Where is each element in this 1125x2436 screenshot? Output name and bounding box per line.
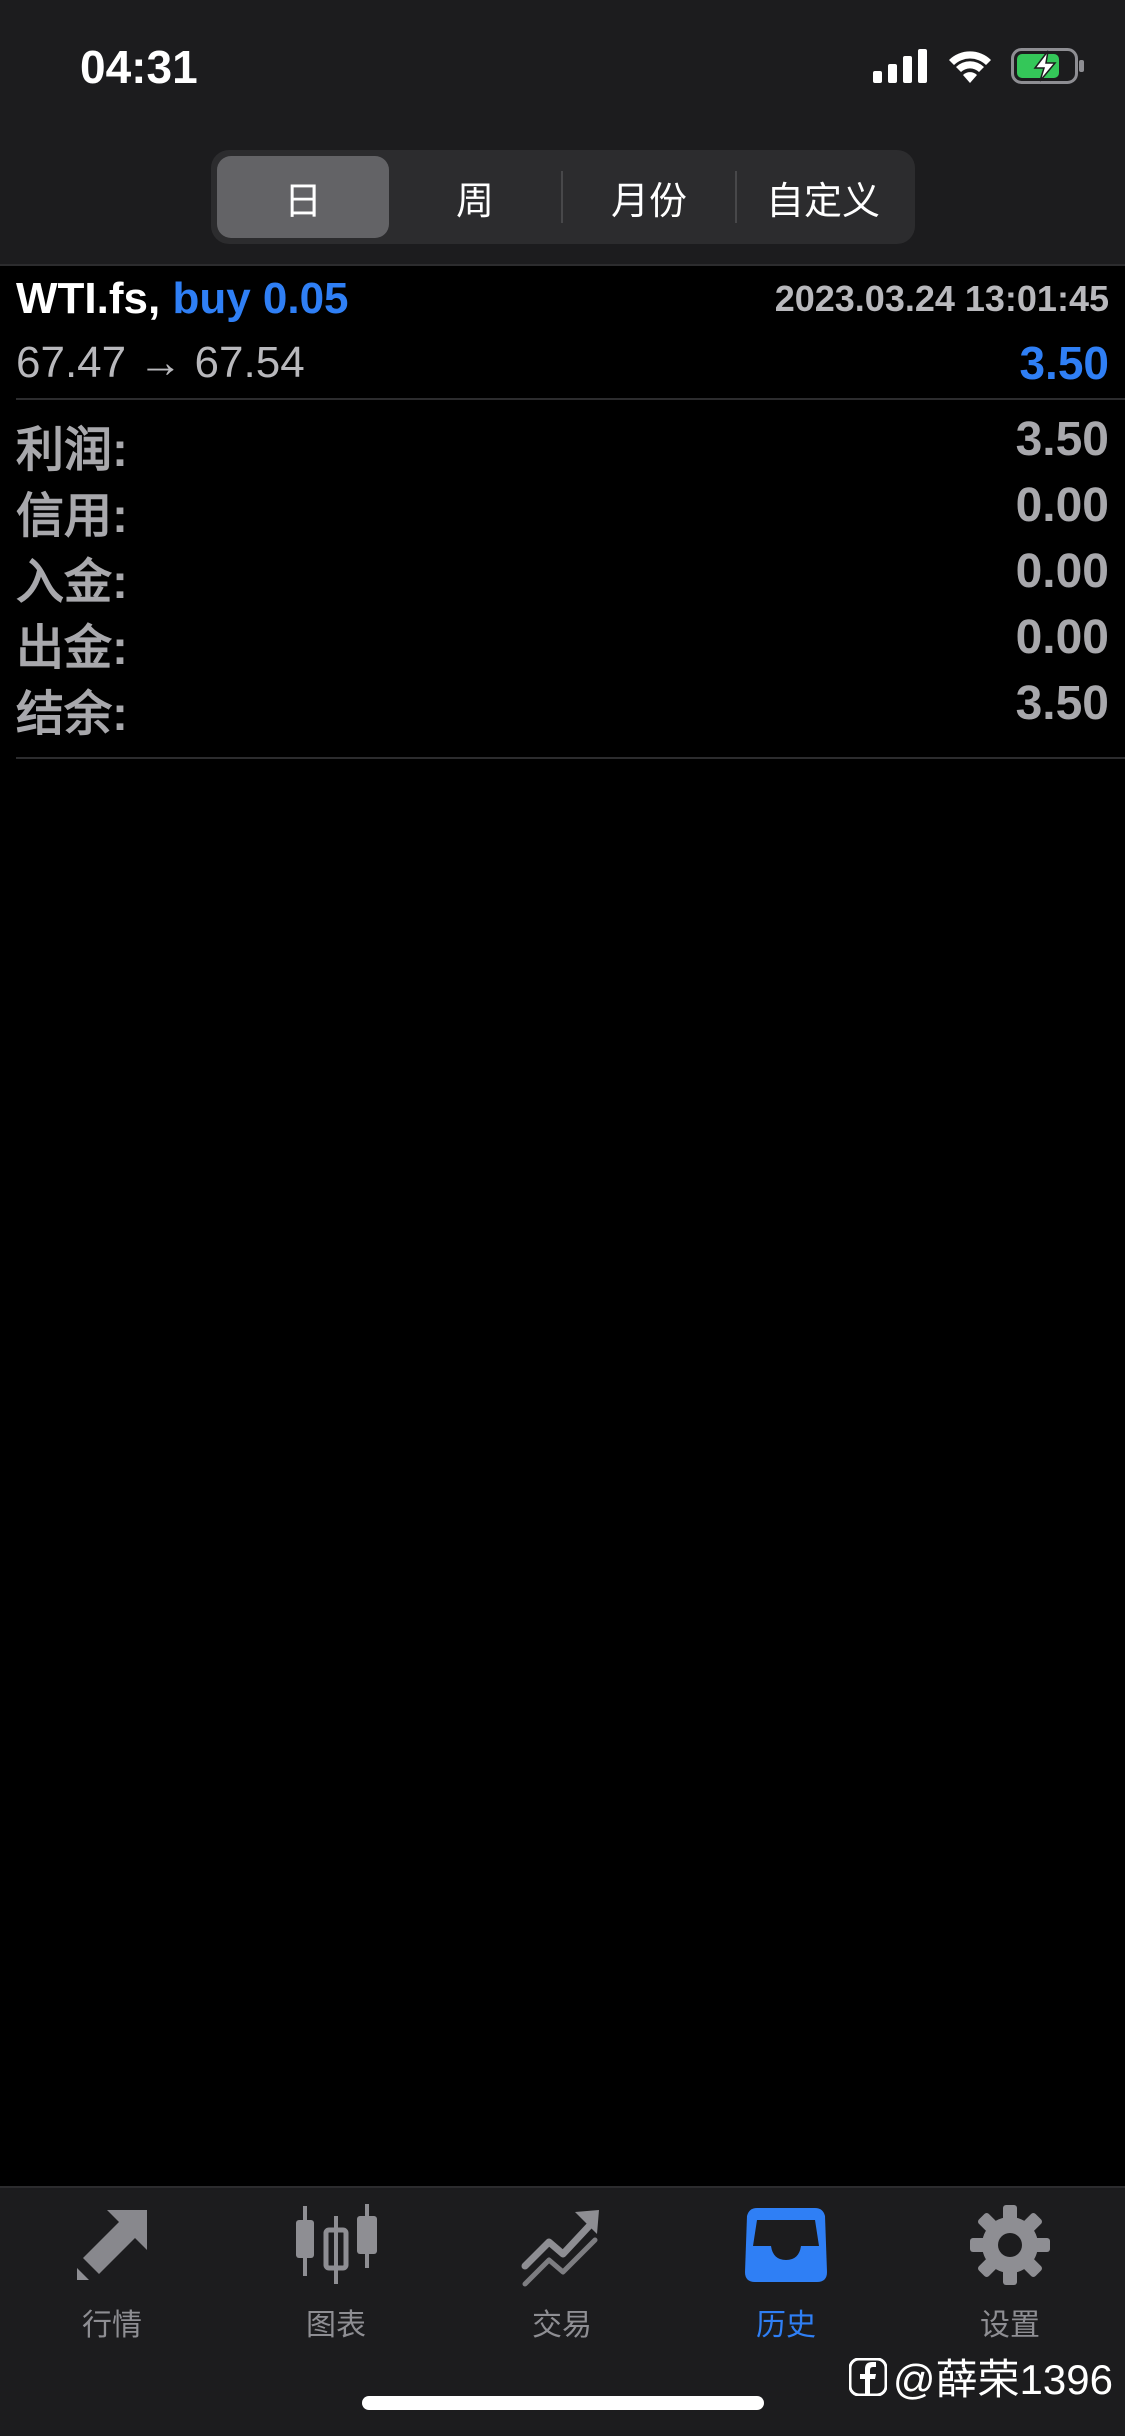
- summary-section: 利润: 3.50 信用: 0.00 入金: 0.00 出金: 0.00 结余: …: [0, 410, 1125, 741]
- history-tray-icon: [745, 2208, 827, 2282]
- home-indicator[interactable]: [362, 2396, 764, 2410]
- trade-trend-icon: [521, 2210, 599, 2287]
- summary-value: 0.00: [1015, 545, 1109, 598]
- trade-side: buy 0.05: [172, 274, 349, 323]
- trade-profit: 3.50: [1019, 337, 1109, 389]
- trade-row[interactable]: WTI.fs, buy 0.05 2023.03.24 13:01:45 67.…: [0, 266, 1125, 398]
- summary-label: 结余:: [16, 688, 128, 741]
- tab-quotes-label: 行情: [82, 2309, 142, 2342]
- summary-row-profit: 利润: 3.50: [0, 410, 1125, 477]
- period-segmented-control: 日 周 月份 自定义: [211, 150, 915, 244]
- watermark: @薛荣1396: [848, 2346, 1113, 2407]
- status-time: 04:31: [80, 41, 198, 93]
- segment-month[interactable]: 月份: [563, 156, 735, 238]
- divider: [16, 757, 1125, 759]
- tab-history-label: 历史: [756, 2309, 816, 2342]
- segment-day-label: 日: [283, 180, 322, 223]
- summary-value: 0.00: [1015, 479, 1109, 532]
- tab-settings-label: 设置: [980, 2309, 1040, 2342]
- summary-row-balance: 结余: 3.50: [0, 674, 1125, 741]
- segment-month-label: 月份: [610, 180, 687, 223]
- summary-value: 3.50: [1015, 677, 1109, 730]
- cellular-signal-icon: [873, 49, 927, 83]
- divider: [16, 398, 1125, 400]
- candlestick-icon: [296, 2204, 377, 2284]
- trade-symbol-name: WTI.fs,: [16, 274, 161, 323]
- tab-history[interactable]: 历史: [706, 2202, 866, 2372]
- summary-label: 信用:: [16, 490, 128, 543]
- trade-symbol: WTI.fs, buy 0.05: [16, 274, 349, 324]
- tab-charts-label: 图表: [306, 2309, 366, 2342]
- segment-custom-label: 自定义: [765, 180, 880, 223]
- quotes-arrows-icon: [77, 2210, 147, 2280]
- segment-day[interactable]: 日: [217, 156, 389, 238]
- segment-custom[interactable]: 自定义: [737, 156, 909, 238]
- trade-datetime: 2023.03.24 13:01:45: [774, 278, 1109, 319]
- segment-week[interactable]: 周: [389, 156, 561, 238]
- tab-trade[interactable]: 交易: [482, 2202, 642, 2372]
- top-bar: 04:31 日 周 月份 自定义: [0, 0, 1125, 264]
- summary-label: 出金:: [16, 622, 128, 675]
- summary-row-deposit: 入金: 0.00: [0, 542, 1125, 609]
- watermark-text: @薛荣1396: [892, 2356, 1113, 2403]
- wifi-icon: [949, 51, 991, 83]
- summary-label: 入金:: [16, 556, 128, 609]
- summary-row-credit: 信用: 0.00: [0, 476, 1125, 543]
- segment-week-label: 周: [455, 180, 494, 223]
- summary-value: 3.50: [1015, 413, 1109, 466]
- summary-label: 利润:: [16, 424, 128, 477]
- battery-charging-icon: [1011, 48, 1084, 84]
- gear-icon: [970, 2205, 1050, 2285]
- summary-row-withdrawal: 出金: 0.00: [0, 608, 1125, 675]
- tab-charts[interactable]: 图表: [256, 2202, 416, 2372]
- tab-quotes[interactable]: 行情: [32, 2202, 192, 2372]
- summary-value: 0.00: [1015, 611, 1109, 664]
- trade-prices: 67.47 → 67.54: [16, 338, 305, 387]
- status-icons: [873, 48, 1085, 84]
- facebook-logo-icon: [848, 2357, 887, 2396]
- tab-trade-label: 交易: [532, 2309, 592, 2342]
